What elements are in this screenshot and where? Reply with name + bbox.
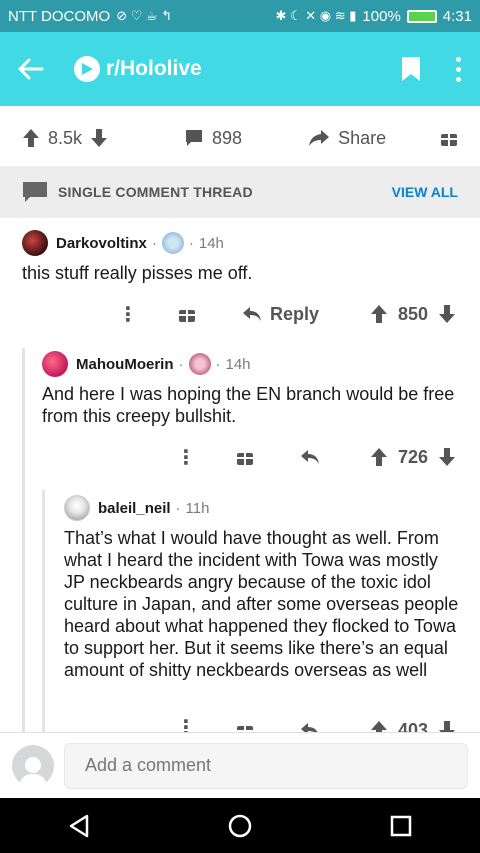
- system-nav-bar: [0, 798, 480, 853]
- thread-label: SINGLE COMMENT THREAD: [58, 184, 253, 200]
- vote-group: 403: [370, 720, 456, 732]
- gift-icon[interactable]: [236, 721, 254, 732]
- comments-count: 898: [212, 127, 243, 148]
- upvote-icon[interactable]: [370, 304, 388, 324]
- vote-group: 8.5k: [22, 128, 108, 149]
- carrier-label: NTT DOCOMO: [8, 7, 111, 25]
- user-avatar[interactable]: [12, 744, 54, 787]
- gift-icon[interactable]: [236, 448, 254, 466]
- award-button[interactable]: [440, 129, 458, 147]
- more-options-icon[interactable]: ⋮: [176, 718, 196, 732]
- downvote-icon[interactable]: [438, 304, 456, 324]
- comment-body: this stuff really pisses me off.: [22, 263, 253, 283]
- share-button[interactable]: Share: [308, 128, 386, 149]
- comment-meta: baleil_neil · 11h: [64, 495, 462, 521]
- comment-author[interactable]: baleil_neil: [98, 500, 171, 517]
- comment-time: 14h: [198, 234, 224, 252]
- comment-meta: Darkovoltinx · · 14h: [22, 230, 460, 256]
- comment: baleil_neil · 11h That’s what I would ha…: [64, 495, 462, 681]
- comment-body: That’s what I would have thought as well…: [64, 528, 459, 680]
- reply-icon[interactable]: [300, 449, 320, 465]
- nav-back-icon[interactable]: [68, 814, 90, 838]
- avatar[interactable]: [22, 230, 48, 256]
- comment-input[interactable]: Add a comment: [64, 742, 468, 789]
- reply-label: Reply: [270, 303, 320, 324]
- battery-icon: [406, 9, 437, 23]
- more-options-icon[interactable]: ⋮: [118, 302, 138, 327]
- comment-meta: MahouMoerin · · 14h: [42, 351, 462, 377]
- upvote-icon[interactable]: [370, 447, 388, 467]
- flair-icon: [188, 353, 211, 375]
- subreddit-icon: [74, 56, 100, 82]
- back-arrow-icon: [18, 58, 44, 80]
- flair-icon: [161, 232, 184, 254]
- comment-thread-icon: [23, 182, 47, 202]
- reply-icon: [243, 307, 261, 321]
- avatar[interactable]: [42, 351, 68, 377]
- comment-actions: ⋮ Reply 850: [22, 300, 458, 328]
- share-label: Share: [338, 127, 387, 148]
- reply-icon[interactable]: [300, 722, 320, 732]
- status-bar: NTT DOCOMO ⊘ ♡ ☕ ↰ ✱ ☾ ✕ ◉ ≋ ▮ 100% 4:31: [0, 0, 480, 32]
- post-actions-bar: 8.5k 898 Share: [0, 106, 480, 170]
- comment-actions: ⋮ 403: [64, 718, 458, 732]
- nav-home-icon[interactable]: [227, 813, 253, 839]
- comment-icon: [186, 130, 203, 146]
- comment-score: 726: [397, 446, 428, 467]
- thread-line: [22, 348, 25, 732]
- vote-group: 850: [370, 304, 456, 325]
- gift-icon: [441, 132, 457, 146]
- view-all-link[interactable]: VIEW ALL: [392, 184, 458, 200]
- single-comment-thread-bar: SINGLE COMMENT THREAD VIEW ALL: [0, 166, 480, 218]
- upvote-icon[interactable]: [370, 720, 388, 732]
- reply-button[interactable]: Reply: [242, 304, 319, 325]
- app-bar: r/Hololive: [0, 32, 480, 106]
- more-options-icon[interactable]: ⋮: [176, 445, 196, 470]
- downvote-icon[interactable]: [438, 447, 456, 467]
- comment-actions: ⋮ 726: [42, 443, 458, 471]
- overflow-menu-button[interactable]: [454, 56, 462, 82]
- comments-count-button[interactable]: 898: [184, 128, 242, 149]
- menu-dot-icon: [455, 76, 461, 82]
- nav-recents-icon[interactable]: [390, 815, 412, 837]
- comment-time: 11h: [185, 499, 210, 517]
- comment-author[interactable]: MahouMoerin: [76, 356, 174, 373]
- status-icons: ⊘ ♡ ☕ ↰: [116, 8, 173, 23]
- upvote-icon[interactable]: [22, 128, 40, 148]
- comment-score: 850: [397, 303, 428, 324]
- battery-percent: 100%: [362, 7, 401, 25]
- clock: 4:31: [442, 7, 472, 25]
- menu-dot-icon: [455, 66, 461, 72]
- menu-dot-icon: [455, 56, 461, 62]
- avatar[interactable]: [64, 495, 90, 521]
- system-icons: ✱ ☾ ✕ ◉ ≋ ▮: [275, 8, 357, 23]
- bookmark-icon[interactable]: [400, 56, 422, 82]
- back-button[interactable]: [18, 49, 58, 89]
- comment-time: 14h: [225, 355, 251, 373]
- comment-score: 403: [397, 720, 428, 732]
- subreddit-title[interactable]: r/Hololive: [106, 57, 400, 81]
- share-icon: [309, 130, 330, 146]
- upvote-count: 8.5k: [48, 127, 83, 148]
- comment-body: And here I was hoping the EN branch woul…: [42, 384, 455, 426]
- comment: MahouMoerin · · 14h And here I was hopin…: [42, 351, 462, 427]
- user-icon: [19, 756, 47, 787]
- comment-composer: Add a comment: [0, 732, 480, 798]
- vote-group: 726: [370, 447, 456, 468]
- gift-icon[interactable]: [178, 305, 196, 323]
- comment-author[interactable]: Darkovoltinx: [56, 235, 147, 252]
- downvote-icon[interactable]: [438, 720, 456, 732]
- thread-line: [42, 490, 45, 732]
- comment: Darkovoltinx · · 14h this stuff really p…: [22, 230, 460, 284]
- downvote-icon[interactable]: [90, 128, 108, 148]
